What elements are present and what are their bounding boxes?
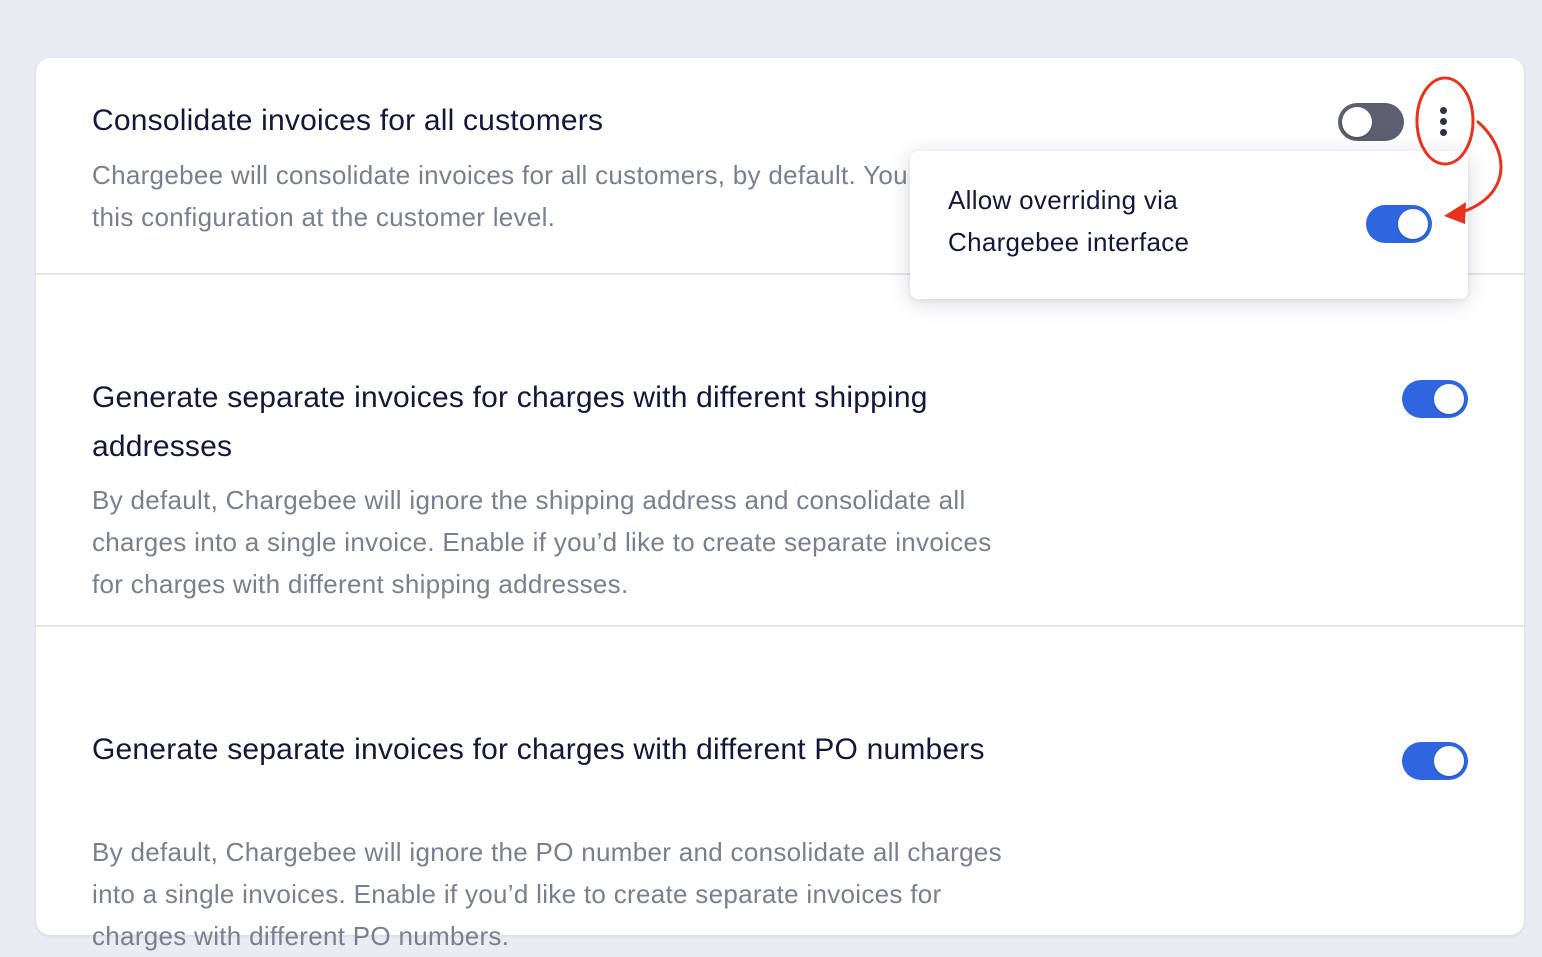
toggle-knob <box>1434 746 1464 776</box>
override-popover: Allow overriding via Chargebee interface <box>910 151 1468 299</box>
setting-separate-shipping-invoices: Generate separate invoices for charges w… <box>36 275 1524 627</box>
setting-description: By default, Chargebee will ignore the PO… <box>92 837 1002 951</box>
setting-separate-po-invoices: Generate separate invoices for charges w… <box>36 627 1524 951</box>
consolidate-invoices-toggle[interactable] <box>1338 103 1404 141</box>
more-options-button[interactable] <box>1428 98 1460 144</box>
dot <box>1440 129 1447 136</box>
dot <box>1440 107 1447 114</box>
setting-title: Generate separate invoices for charges w… <box>92 733 985 766</box>
setting-title: Consolidate invoices for all customers <box>92 104 604 137</box>
setting-description: By default, Chargebee will ignore the sh… <box>92 485 992 599</box>
separate-po-invoices-toggle[interactable] <box>1402 742 1468 780</box>
dot <box>1440 118 1447 125</box>
allow-overriding-label: Allow overriding via Chargebee interface <box>948 185 1190 257</box>
toggle-knob <box>1398 209 1428 239</box>
allow-overriding-toggle[interactable] <box>1366 205 1432 243</box>
separate-shipping-invoices-toggle[interactable] <box>1402 380 1468 418</box>
toggle-knob <box>1342 107 1372 137</box>
setting-title: Generate separate invoices for charges w… <box>92 381 928 463</box>
toggle-knob <box>1434 384 1464 414</box>
